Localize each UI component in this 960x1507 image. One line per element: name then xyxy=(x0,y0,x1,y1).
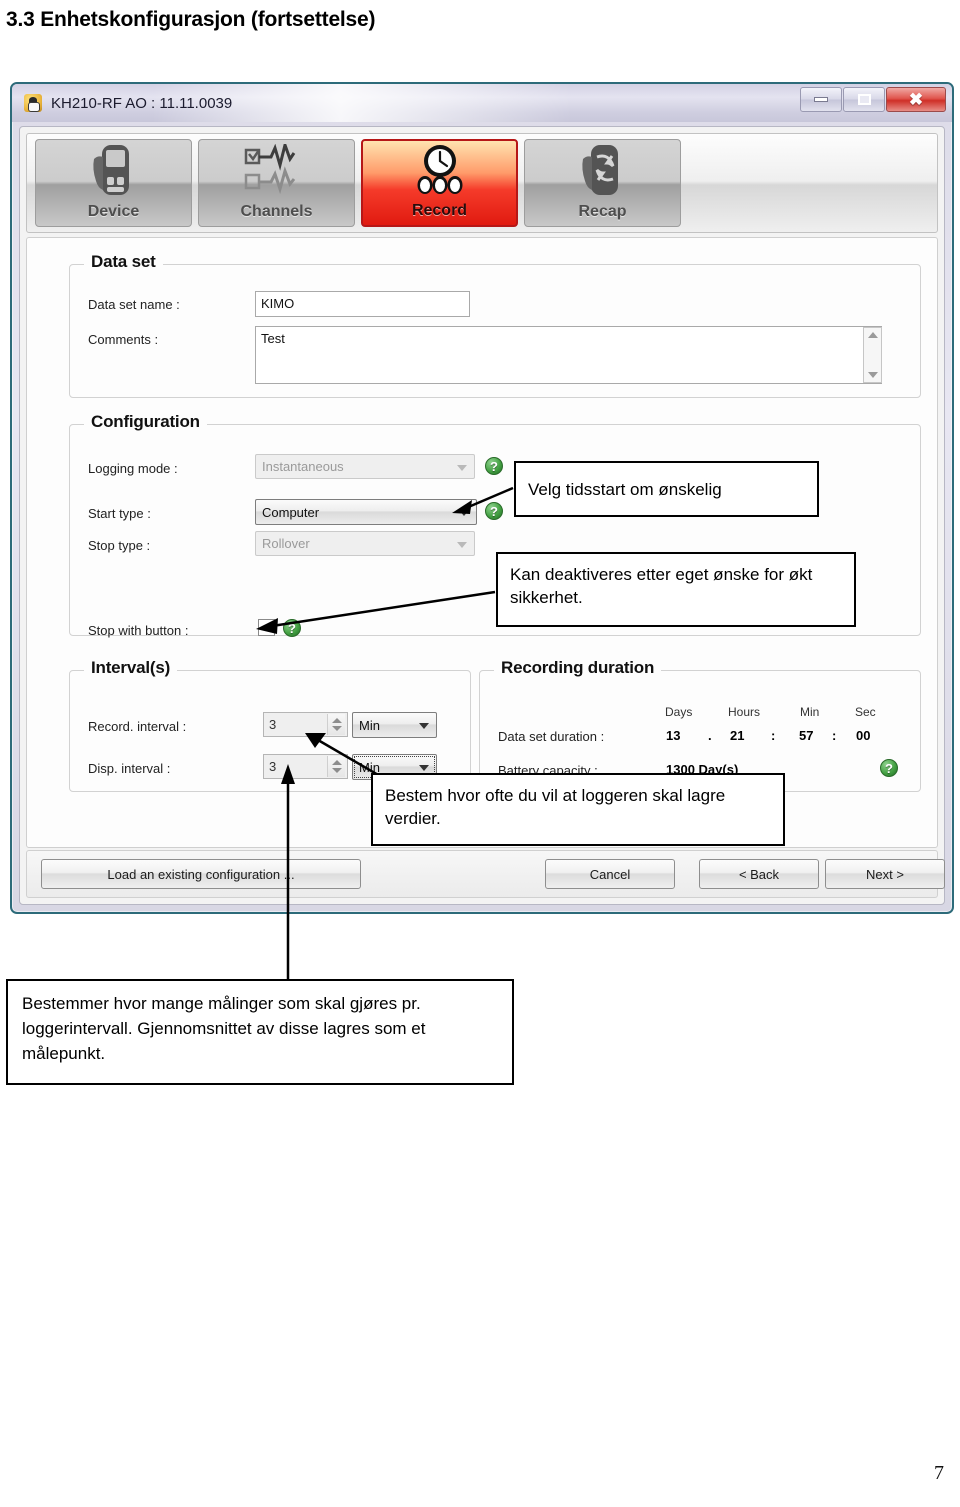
tab-toolbar: Device Channels Record Recap xyxy=(26,133,938,233)
disp-interval-spinner[interactable] xyxy=(327,756,345,777)
spin-up-icon xyxy=(331,718,342,723)
close-button[interactable]: ✖ xyxy=(886,87,946,112)
minimize-icon xyxy=(814,97,828,102)
maximize-button[interactable] xyxy=(843,87,885,112)
dialog-button-bar: Load an existing configuration ... Cance… xyxy=(26,850,945,898)
maximize-icon xyxy=(857,94,871,105)
disp-interval-value: 3 xyxy=(269,759,277,774)
next-button[interactable]: Next > xyxy=(825,859,945,889)
logging-mode-label: Logging mode : xyxy=(88,461,178,476)
tab-recap[interactable]: Recap xyxy=(524,139,681,227)
duration-sep-1: . xyxy=(708,728,712,743)
record-clock-icon xyxy=(363,141,516,199)
close-icon: ✖ xyxy=(908,90,924,109)
dataset-name-label: Data set name : xyxy=(88,297,180,312)
duration-sep-2: : xyxy=(771,728,776,743)
chevron-down-icon xyxy=(459,510,469,516)
duration-seconds: 00 xyxy=(856,728,871,743)
callout-measurements: Bestemmer hvor mange målinger som skal g… xyxy=(6,979,514,1085)
spin-up-icon xyxy=(331,760,342,765)
page-number: 7 xyxy=(934,1462,944,1484)
stop-with-button-label: Stop with button : xyxy=(88,623,189,638)
minimize-button[interactable] xyxy=(800,87,842,112)
cancel-button[interactable]: Cancel xyxy=(545,859,675,889)
duration-header-hours: Hours xyxy=(728,705,761,719)
disp-interval-label: Disp. interval : xyxy=(88,761,171,776)
chevron-down-icon xyxy=(457,541,467,548)
record-panel: Data set Data set name : KIMO Comments :… xyxy=(26,237,938,848)
start-type-select[interactable]: Computer xyxy=(255,499,477,525)
chevron-down-icon xyxy=(419,723,429,729)
logging-mode-value: Instantaneous xyxy=(262,459,344,474)
recap-icon xyxy=(525,140,680,200)
tab-recap-label: Recap xyxy=(578,203,627,220)
tab-device-label: Device xyxy=(87,203,140,220)
duration-sep-3: : xyxy=(832,728,837,743)
recording-duration-help-icon[interactable]: ? xyxy=(880,759,898,777)
record-interval-input[interactable]: 3 xyxy=(263,712,348,737)
stop-with-button-checkbox[interactable] xyxy=(258,619,275,636)
dataset-group-title: Data set xyxy=(84,252,163,272)
stop-type-select[interactable]: Rollover xyxy=(255,531,475,556)
duration-header-min: Min xyxy=(800,705,820,719)
title-bar: KH210-RF AO : 11.11.0039 ✖ xyxy=(12,84,952,122)
chevron-down-icon xyxy=(457,464,467,471)
callout-interval: Bestem hvor ofte du vil at loggeren skal… xyxy=(371,773,785,846)
record-interval-unit-value: Min xyxy=(359,717,380,733)
record-interval-label: Record. interval : xyxy=(88,719,187,734)
tab-device[interactable]: Device xyxy=(35,139,192,227)
comments-label: Comments : xyxy=(88,332,159,347)
record-interval-unit-select[interactable]: Min xyxy=(352,712,437,738)
tab-channels-label: Channels xyxy=(240,203,313,220)
record-interval-spinner[interactable] xyxy=(327,714,345,735)
comments-scrollbar[interactable] xyxy=(863,327,882,383)
duration-header-days: Days xyxy=(665,705,693,719)
stop-type-value: Rollover xyxy=(262,536,310,551)
chevron-down-icon xyxy=(419,765,429,771)
scroll-down-icon xyxy=(867,372,878,378)
tab-channels[interactable]: Channels xyxy=(198,139,355,227)
duration-header-sec: Sec xyxy=(855,705,876,719)
configuration-group-title: Configuration xyxy=(84,412,207,432)
comments-input[interactable]: Test xyxy=(255,326,882,384)
callout-deactivate: Kan deaktiveres etter eget ønske for økt… xyxy=(496,552,856,627)
duration-hours: 21 xyxy=(730,728,745,743)
dataset-group: Data set Data set name : KIMO Comments :… xyxy=(69,252,921,398)
page-title: 3.3 Enhetskonfigurasjon (fortsettelse) xyxy=(6,8,376,31)
duration-days: 13 xyxy=(666,728,681,743)
logging-mode-select[interactable]: Instantaneous xyxy=(255,454,475,479)
stop-with-button-help-icon[interactable]: ? xyxy=(283,619,301,637)
disp-interval-input[interactable]: 3 xyxy=(263,754,348,779)
recording-duration-group-title: Recording duration xyxy=(494,658,662,678)
tab-record-label: Record xyxy=(411,202,468,219)
tab-record[interactable]: Record xyxy=(361,139,518,227)
back-button[interactable]: < Back xyxy=(699,859,819,889)
intervals-group-title: Interval(s) xyxy=(84,658,178,678)
scroll-up-icon xyxy=(867,332,878,338)
callout-start-time: Velg tidsstart om ønskelig xyxy=(514,461,819,517)
start-type-value: Computer xyxy=(262,504,320,520)
window-controls: ✖ xyxy=(799,87,946,112)
duration-minutes: 57 xyxy=(799,728,814,743)
logging-mode-help-icon[interactable]: ? xyxy=(485,457,503,475)
start-type-label: Start type : xyxy=(88,506,151,521)
app-icon xyxy=(24,94,42,112)
channels-icon xyxy=(199,140,354,200)
dataset-name-input[interactable]: KIMO xyxy=(255,291,470,317)
start-type-help-icon[interactable]: ? xyxy=(485,502,503,520)
dataset-duration-label: Data set duration : xyxy=(498,729,605,744)
device-icon xyxy=(36,140,191,200)
load-configuration-button[interactable]: Load an existing configuration ... xyxy=(41,859,361,889)
window-title: KH210-RF AO : 11.11.0039 xyxy=(51,94,233,112)
stop-type-label: Stop type : xyxy=(88,538,151,553)
record-interval-value: 3 xyxy=(269,717,277,732)
spin-down-icon xyxy=(331,768,342,773)
spin-down-icon xyxy=(331,726,342,731)
